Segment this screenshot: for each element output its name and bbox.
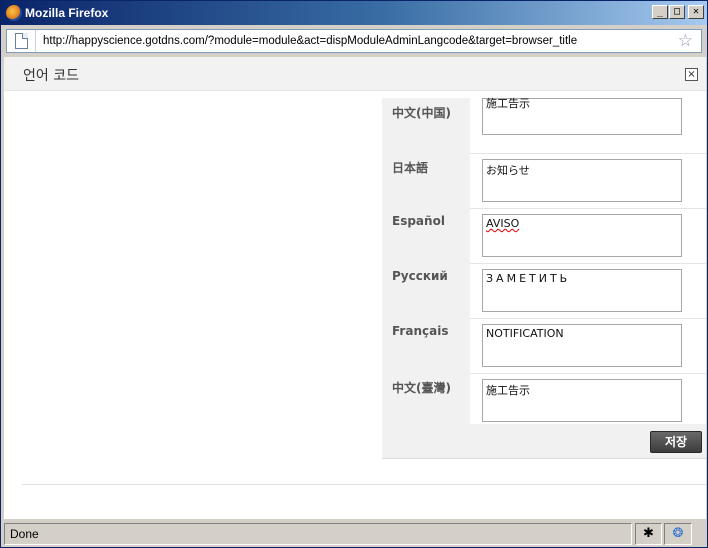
browser-window: Mozilla Firefox _ □ ✕ http://happyscienc… [0,0,708,548]
window-title: Mozilla Firefox [25,6,109,20]
button-bar: 저장 [382,424,706,459]
lang-row: Русский ЗАМЕТИТЬ [382,263,706,319]
lang-row: Español AVISO [382,208,706,264]
lang-label: 中文(中国) [392,106,451,120]
lang-value: ЗАМЕТИТЬ [486,272,571,285]
lang-label: 日本語 [392,161,429,175]
bookmark-star-icon[interactable]: ☆ [678,31,693,51]
lang-label-cell: Français [382,318,470,373]
lang-label-cell: 中文(中国) [382,98,470,153]
lang-label-cell: 中文(臺灣) [382,373,470,428]
url-text[interactable]: http://happyscience.gotdns.com/?module=m… [43,35,577,47]
lang-value-textarea[interactable]: 施工告示 [482,97,682,135]
firefox-icon [6,5,22,21]
lang-value-textarea[interactable]: ЗАМЕТИТЬ [482,269,682,312]
lang-value-textarea[interactable]: NOTIFICATION [482,324,682,367]
lang-label-cell: Русский [382,263,470,318]
lang-label-cell: 日本語 [382,153,470,208]
lang-row: 中文(中国) 施工告示 [382,97,706,154]
lang-row: 中文(臺灣) 施工告示 [382,373,706,429]
footer-divider [22,484,706,485]
window-controls: _ □ ✕ [651,5,704,19]
lang-label: Русский [392,269,448,283]
lang-row: 日本語 お知らせ [382,153,706,209]
address-bar[interactable]: http://happyscience.gotdns.com/?module=m… [6,29,702,53]
lang-label-cell: Español [382,208,470,263]
modal-close-button[interactable]: × [685,68,698,81]
status-bar: Done ✱ ❂ [4,523,706,545]
lang-value: 施工告示 [486,384,530,397]
save-button[interactable]: 저장 [650,431,702,453]
page-icon [15,33,28,49]
lang-label: Español [392,214,445,228]
lang-value: お知らせ [486,164,530,177]
modal-title: 언어 코드 [23,68,79,84]
lang-label: 中文(臺灣) [392,381,451,395]
minimize-button[interactable]: _ [652,5,668,19]
lang-label: Français [392,324,449,338]
lang-value: NOTIFICATION [486,327,564,340]
page-content: 언어 코드 × 中文(中国) 施工告示 日本語 お知らせ Español AVI… [4,57,706,519]
lang-value: AVISO [486,217,520,230]
lang-value-textarea[interactable]: 施工告示 [482,379,682,422]
status-text: Done [4,523,632,545]
title-bar: Mozilla Firefox _ □ ✕ [1,1,707,25]
address-divider [35,30,36,52]
lang-value-textarea[interactable]: お知らせ [482,159,682,202]
globe-icon[interactable]: ❂ [664,523,692,545]
bug-icon[interactable]: ✱ [635,523,662,545]
lang-value-textarea[interactable]: AVISO [482,214,682,257]
lang-value: 施工告示 [486,97,530,110]
modal-header: 언어 코드 × [4,57,706,91]
close-button[interactable]: ✕ [688,5,704,19]
maximize-button[interactable]: □ [669,5,685,19]
lang-row: Français NOTIFICATION [382,318,706,374]
